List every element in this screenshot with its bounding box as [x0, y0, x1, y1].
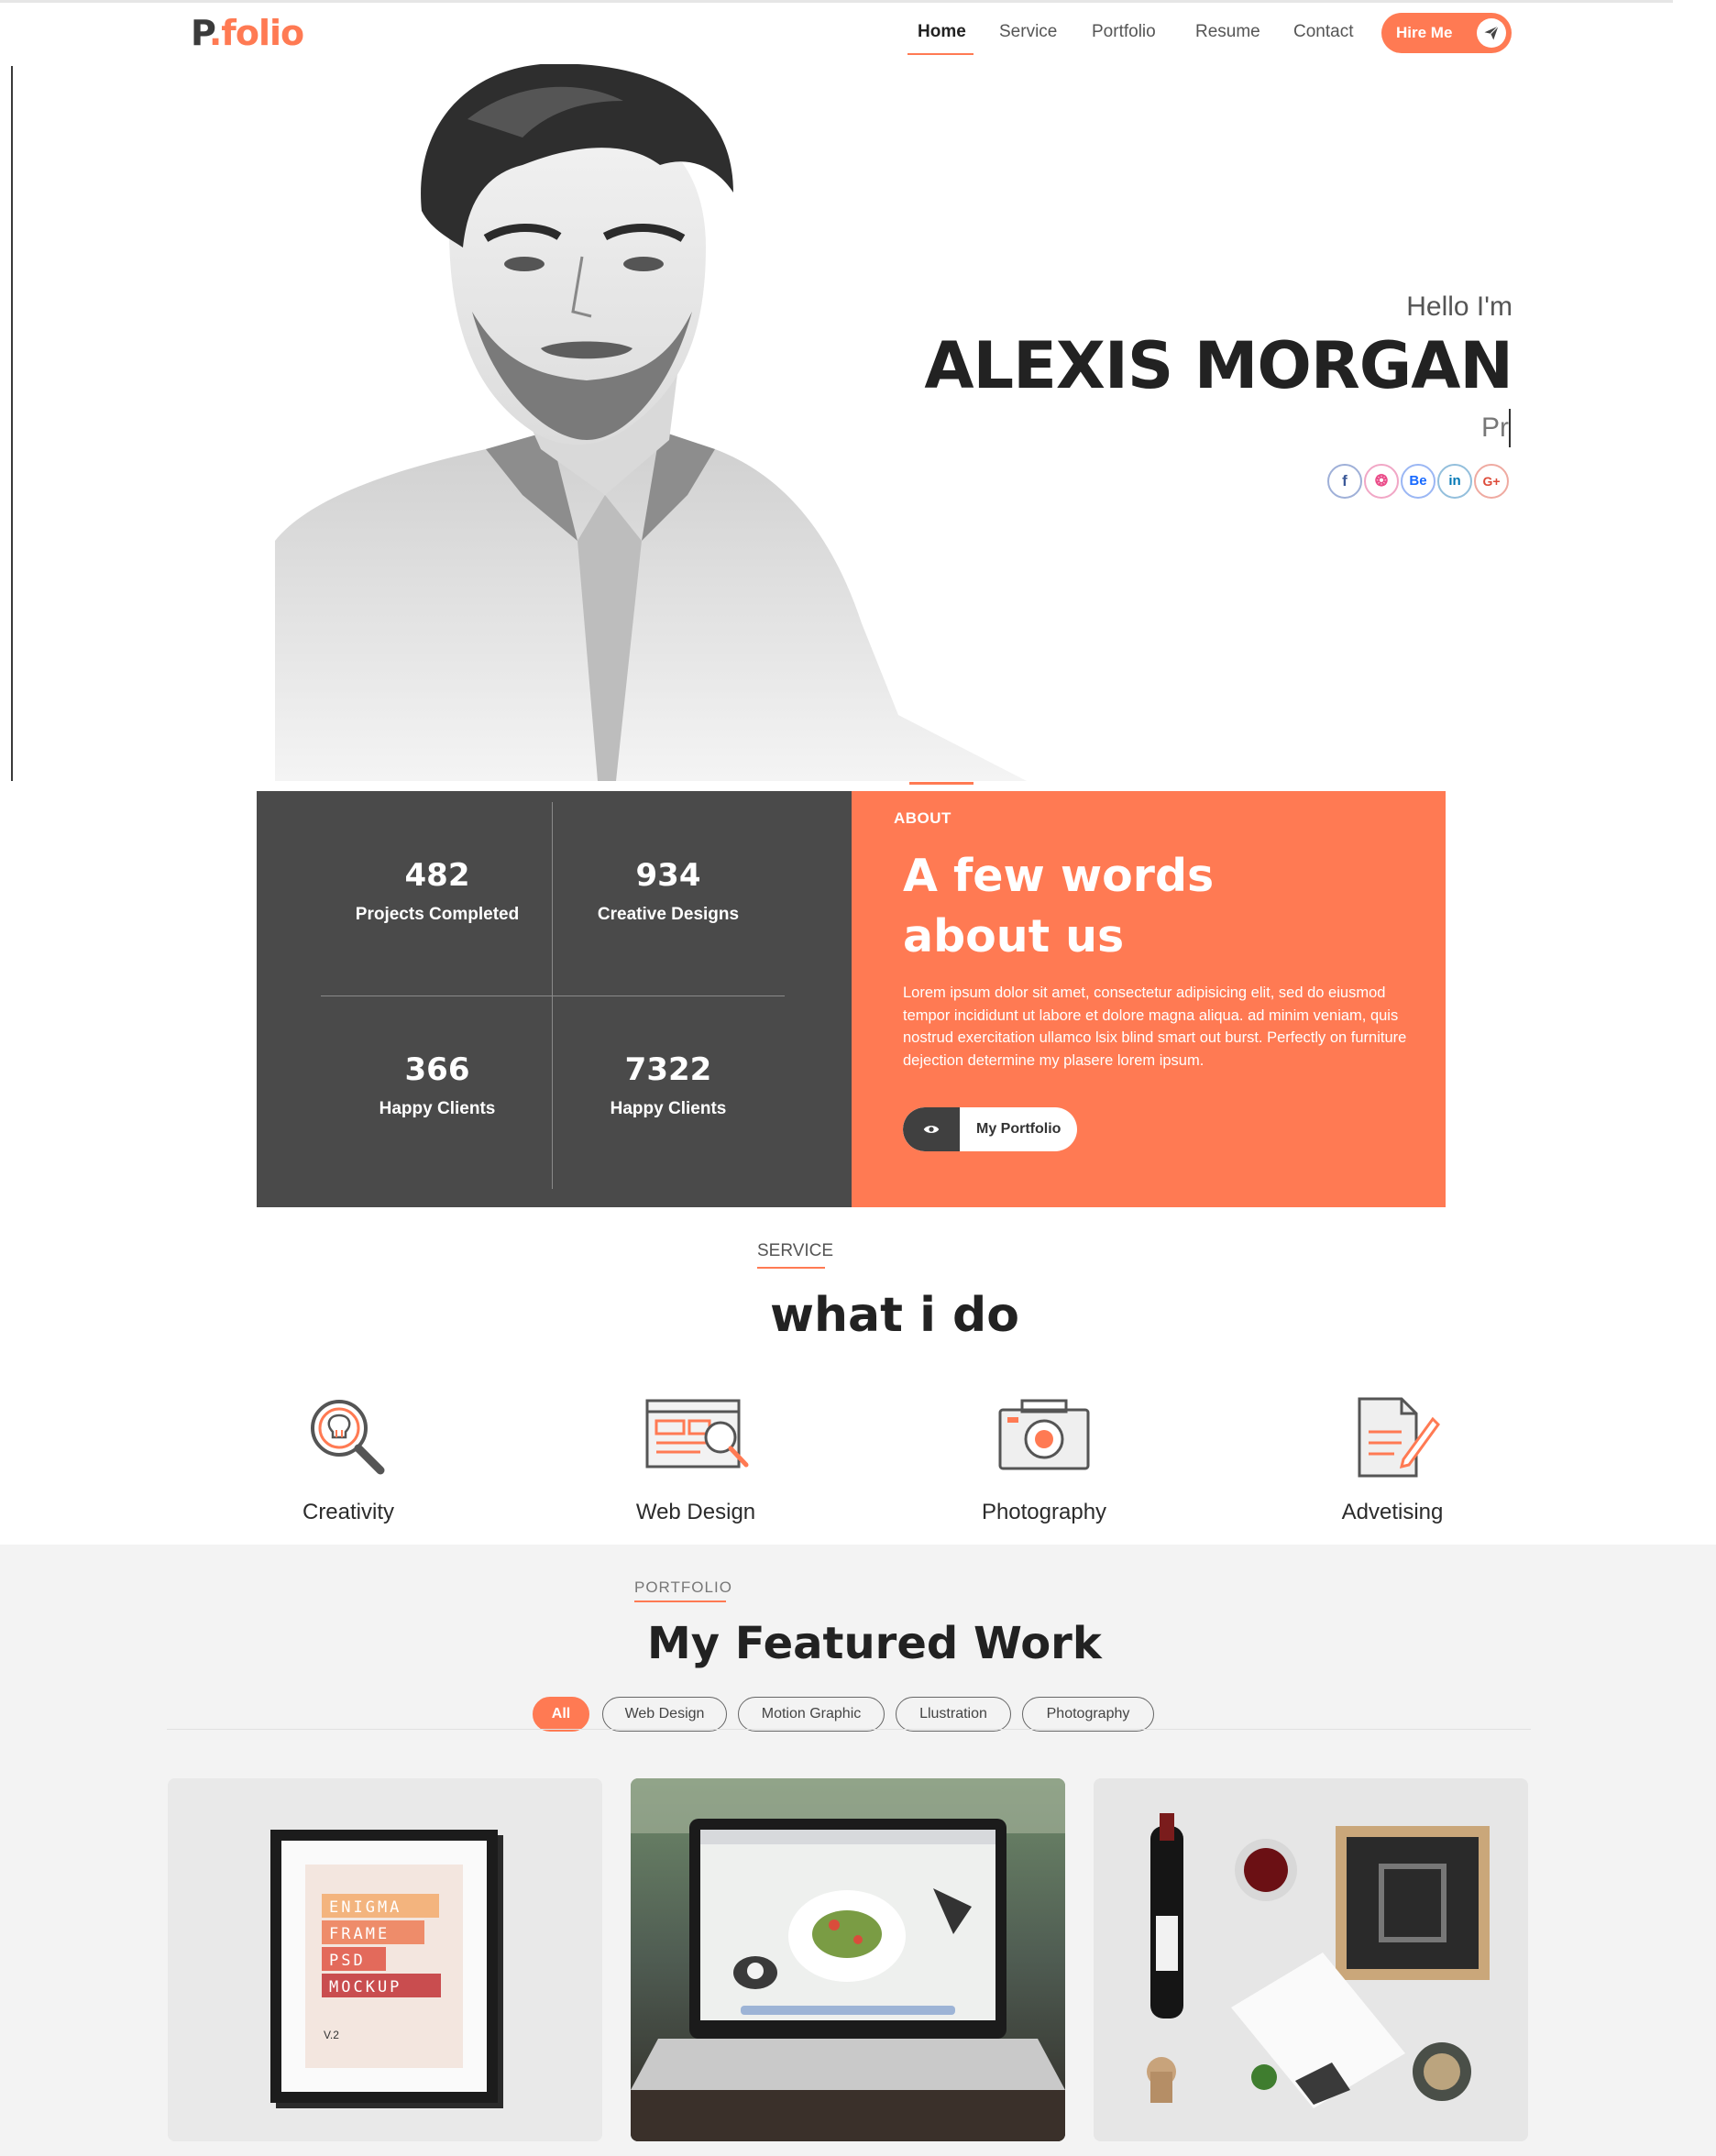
- google-plus-icon[interactable]: G+: [1474, 464, 1509, 499]
- portfolio-tag: PORTFOLIO: [634, 1578, 732, 1596]
- service-title: what i do: [770, 1288, 1019, 1343]
- filter-divider: [167, 1729, 1531, 1730]
- idea-search-icon: [311, 1400, 385, 1475]
- about-text: Lorem ipsum dolor sit amet, consectetur …: [903, 984, 1407, 1069]
- logo-word: .folio: [208, 13, 304, 53]
- stat-clients: 366 Happy Clients: [323, 1051, 552, 1119]
- filter-illustration[interactable]: Llustration: [896, 1697, 1011, 1732]
- stat-value: 7322: [624, 1051, 712, 1088]
- frame-line: FRAME: [329, 1925, 390, 1943]
- nav-resume[interactable]: Resume: [1195, 22, 1260, 50]
- site-logo[interactable]: P.folio: [191, 13, 304, 53]
- about-panel: ABOUT A few words about us Lorem ipsum d…: [852, 782, 1446, 1207]
- service-label: Creativity: [302, 1500, 395, 1524]
- hero-portrait-illustration: [275, 64, 1027, 781]
- behance-icon[interactable]: Be: [1401, 464, 1436, 499]
- laptop-photo-image: [631, 1778, 1065, 2141]
- stat-projects: 482 Projects Completed: [323, 857, 552, 925]
- stat-label: Projects Completed: [355, 905, 520, 924]
- hero-name: ALEXIS MORGAN: [924, 328, 1513, 403]
- about-tag: ABOUT: [894, 809, 952, 827]
- frame-line: MOCKUP: [329, 1978, 402, 1996]
- document-pen-icon: [1358, 1397, 1440, 1478]
- about-title: A few words about us: [903, 850, 1215, 962]
- facebook-icon[interactable]: f: [1327, 464, 1362, 499]
- filter-photography[interactable]: Photography: [1022, 1697, 1154, 1732]
- service-web-design[interactable]: Web Design: [577, 1392, 815, 1525]
- stat-designs: 934 Creative Designs: [554, 857, 783, 925]
- service-label: Photography: [981, 1500, 1107, 1524]
- service-advertising[interactable]: Advetising: [1273, 1392, 1512, 1525]
- frame-line: ENIGMA: [329, 1898, 402, 1917]
- frame-version: V.2: [324, 2029, 339, 2041]
- service-creativity[interactable]: Creativity: [229, 1392, 468, 1525]
- service-tag-underline: [757, 1267, 825, 1269]
- filter-all[interactable]: All: [533, 1697, 589, 1732]
- service-label: Web Design: [635, 1500, 756, 1524]
- eye-icon: [903, 1107, 960, 1151]
- typing-caret: [1509, 409, 1511, 447]
- nav-home[interactable]: Home: [918, 22, 966, 50]
- hire-me-button[interactable]: Hire Me: [1381, 13, 1512, 53]
- hero-typed-role: Pr: [1481, 412, 1509, 443]
- nav-contact[interactable]: Contact: [1293, 22, 1353, 50]
- nav-service[interactable]: Service: [999, 22, 1057, 50]
- stat-clients-2: 7322 Happy Clients: [554, 1051, 783, 1119]
- stats-panel: 482 Projects Completed 934 Creative Desi…: [257, 791, 852, 1207]
- nav-portfolio[interactable]: Portfolio: [1092, 22, 1156, 50]
- portfolio-tag-underline: [634, 1600, 726, 1602]
- branding-flatlay-image: [1094, 1778, 1528, 2141]
- stat-label: Creative Designs: [597, 905, 740, 924]
- filter-web-design[interactable]: Web Design: [602, 1697, 727, 1732]
- stat-value: 934: [635, 857, 701, 894]
- service-photography[interactable]: Photography: [925, 1392, 1163, 1525]
- my-portfolio-button[interactable]: My Portfolio: [903, 1107, 1077, 1151]
- frame-line: PSD: [329, 1952, 366, 1970]
- paper-plane-icon: [1477, 18, 1506, 48]
- camera-icon: [998, 1399, 1090, 1470]
- left-edge-rule: [11, 66, 13, 781]
- portfolio-item-branding[interactable]: [1094, 1778, 1528, 2141]
- nav-active-underline: [908, 53, 974, 55]
- about-tab-marker: [909, 782, 974, 785]
- web-design-icon: [645, 1399, 749, 1468]
- portfolio-title: My Featured Work: [647, 1618, 1102, 1669]
- service-label: Advetising: [1341, 1500, 1444, 1524]
- hero-greeting: Hello I'm: [1406, 292, 1512, 322]
- service-tag: SERVICE: [757, 1241, 834, 1260]
- frame-mockup-image: ENIGMA FRAME PSD MOCKUP V.2: [168, 1778, 602, 2141]
- dribbble-icon[interactable]: ❂: [1364, 464, 1399, 499]
- filter-motion-graphic[interactable]: Motion Graphic: [738, 1697, 885, 1732]
- top-border: [0, 0, 1673, 3]
- portfolio-item-frame-mockup[interactable]: ENIGMA FRAME PSD MOCKUP V.2: [168, 1778, 602, 2141]
- hire-me-label: Hire Me: [1396, 24, 1453, 41]
- stat-value: 482: [404, 857, 470, 894]
- logo-letter: P: [191, 13, 210, 53]
- linkedin-icon[interactable]: in: [1437, 464, 1472, 499]
- stat-label: Happy Clients: [610, 1099, 727, 1118]
- my-portfolio-label: My Portfolio: [976, 1121, 1062, 1137]
- portfolio-item-laptop[interactable]: [631, 1778, 1065, 2141]
- stat-value: 366: [404, 1051, 470, 1088]
- stat-label: Happy Clients: [379, 1099, 496, 1118]
